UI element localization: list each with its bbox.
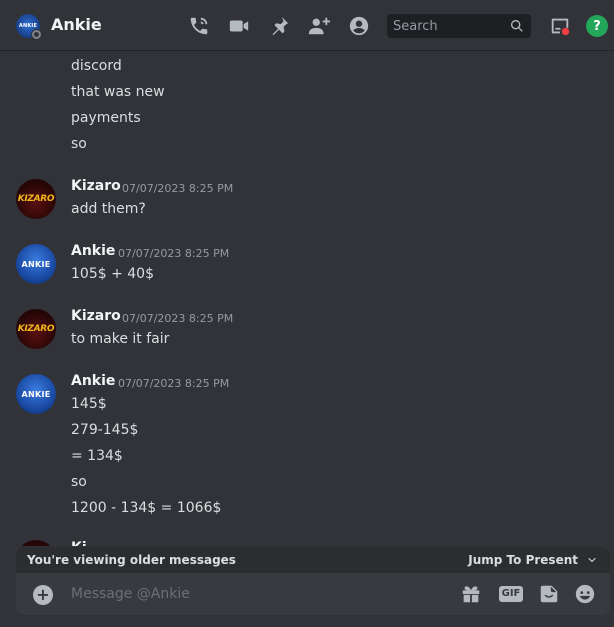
search-input[interactable] [393, 18, 505, 34]
message-author[interactable]: Ankie [71, 243, 115, 259]
message-author[interactable]: Ki [71, 540, 87, 546]
message-input[interactable] [71, 584, 451, 604]
gif-label: GIF [498, 586, 524, 602]
add-attachment-button[interactable]: + [33, 585, 53, 605]
add-friends-to-dm-icon[interactable] [307, 14, 331, 38]
message-list[interactable]: discord that was new payments so KIZARO … [0, 52, 614, 546]
message-author[interactable]: Kizaro [71, 178, 121, 194]
dm-name[interactable]: Ankie [51, 15, 102, 34]
message-line: to make it fair [71, 331, 170, 347]
message-composer: + GIF [16, 573, 610, 615]
voice-call-icon[interactable] [187, 14, 211, 38]
gif-picker-button[interactable]: GIF [498, 582, 524, 606]
search-icon [509, 18, 525, 34]
help-icon[interactable]: ? [586, 15, 608, 37]
avatar[interactable] [16, 540, 56, 546]
message-timestamp: 07/07/2023 8:25 PM [122, 312, 234, 325]
message-line: payments [71, 110, 141, 126]
pinned-messages-icon[interactable] [267, 14, 291, 38]
video-call-icon[interactable] [227, 14, 251, 38]
dm-avatar-text: ANKIE [18, 23, 38, 29]
message-line: that was new [71, 84, 165, 100]
inbox-icon[interactable] [548, 14, 572, 38]
message-line: = 134$ [71, 448, 123, 464]
avatar-text: ANKIE [21, 389, 51, 399]
avatar[interactable]: ANKIE [16, 244, 56, 284]
message-author[interactable]: Ankie [71, 373, 115, 389]
message-author[interactable]: Kizaro [71, 308, 121, 324]
user-profile-icon[interactable] [347, 14, 371, 38]
message-timestamp: 07/07/2023 8:25 PM [122, 182, 234, 195]
search-bar[interactable] [387, 14, 531, 38]
message-line: discord [71, 58, 122, 74]
message-line: 145$ [71, 396, 107, 412]
chevron-down-icon [588, 557, 596, 562]
avatar[interactable]: ANKIE [16, 374, 56, 414]
gift-icon[interactable] [459, 582, 483, 606]
emoji-icon[interactable] [573, 582, 597, 606]
offline-status-icon [31, 29, 42, 40]
message-line: 105$ + 40$ [71, 266, 154, 282]
jump-to-present-button[interactable]: Jump To Present [468, 553, 598, 567]
jump-to-present-label: Jump To Present [468, 553, 578, 567]
avatar-text: KIZARO [17, 324, 55, 334]
message-line: add them? [71, 201, 146, 217]
message-line: 1200 - 134$ = 1066$ [71, 500, 222, 516]
message-line: so [71, 474, 87, 490]
older-messages-banner: You're viewing older messages Jump To Pr… [16, 547, 610, 573]
avatar-text: ANKIE [21, 259, 51, 269]
avatar[interactable]: KIZARO [16, 179, 56, 219]
sticker-icon[interactable] [537, 582, 561, 606]
message-line: 279-145$ [71, 422, 139, 438]
message-timestamp: 07/07/2023 8:25 PM [118, 377, 230, 390]
avatar-text: KIZARO [17, 194, 55, 204]
message-timestamp: 07/07/2023 8:25 PM [118, 247, 230, 260]
older-messages-text: You're viewing older messages [27, 553, 236, 567]
channel-header: ANKIE Ankie ? [0, 0, 614, 51]
message-line: so [71, 136, 87, 152]
avatar[interactable]: KIZARO [16, 309, 56, 349]
